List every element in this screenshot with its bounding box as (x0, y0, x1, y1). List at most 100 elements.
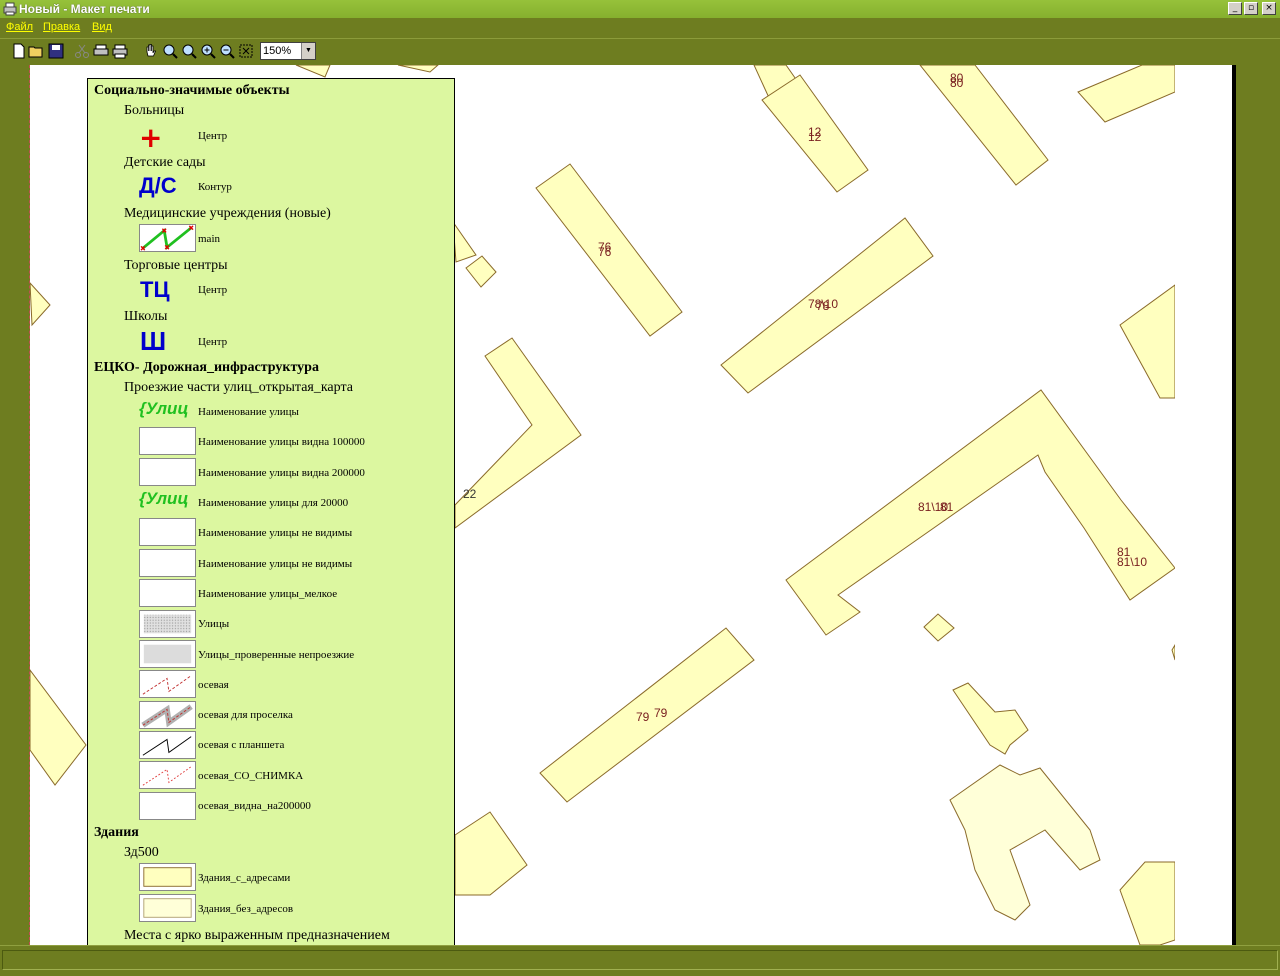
map-label: 79 (636, 710, 650, 724)
legend-item-label: Наименование улицы (198, 406, 299, 418)
building-address-swatch (139, 863, 196, 891)
building (454, 811, 528, 896)
menu-file[interactable]: Файл (6, 21, 33, 33)
minimize-button[interactable]: _ (1228, 2, 1242, 15)
legend-item-label: Наименование улицы не видимы (198, 558, 353, 570)
zoom-extent-icon[interactable] (238, 43, 254, 59)
zoom-level-select[interactable]: 150% ▼ (260, 42, 316, 60)
close-button[interactable]: × (1262, 2, 1276, 15)
status-bar (0, 945, 1280, 976)
map-label: 78 (816, 299, 830, 313)
building (295, 65, 331, 78)
shopping-center-symbol-icon: ТЦ (140, 277, 170, 302)
map-label: 79 (654, 706, 668, 720)
legend-swatch (139, 458, 196, 486)
legend-item-label: main (198, 233, 220, 245)
centerline-swatch (139, 761, 196, 789)
map-label: 81 (940, 500, 954, 514)
building (785, 389, 1175, 636)
legend-group-title: ЕЦКО- Дорожная_инфраструктура (94, 360, 319, 375)
centerline-swatch (139, 731, 196, 759)
building (1119, 284, 1175, 399)
pan-hand-icon[interactable] (143, 43, 159, 59)
zoom-icon[interactable] (162, 43, 178, 59)
legend-layer-name: Больницы (124, 103, 185, 118)
street-fill-swatch (139, 610, 196, 638)
legend-item-label: осевая_видна_на200000 (198, 800, 311, 812)
centerline-swatch (139, 670, 196, 698)
legend-group-title: Здания (94, 825, 139, 840)
legend-layer-name: Зд500 (124, 845, 159, 860)
legend-item-label: Наименование улицы не видимы (198, 527, 353, 539)
legend-item-label: Центр (198, 284, 228, 296)
legend-item-label: Наименование улицы видна 200000 (198, 467, 365, 479)
map-legend[interactable]: Социально-значимые объекты Больницы + Це… (87, 78, 455, 948)
restore-button[interactable]: ▫ (1244, 2, 1258, 15)
map-label: 76 (598, 245, 612, 259)
chevron-down-icon[interactable]: ▼ (301, 43, 315, 59)
legend-swatch (139, 549, 196, 577)
legend-item-label: Улицы_проверенные непроезжие (198, 649, 355, 661)
kindergarten-symbol-icon: Д/С (139, 173, 177, 198)
street-label-symbol-icon: {Улиц (139, 489, 189, 508)
map-label: 12 (808, 130, 822, 144)
school-symbol-icon: Ш (140, 326, 167, 356)
print-icon[interactable] (112, 43, 128, 59)
legend-item-label: Наименование улицы видна 100000 (198, 436, 365, 448)
centerline-swatch (139, 701, 196, 729)
legend-item-label: Центр (198, 130, 228, 142)
building-no-address (949, 764, 1101, 921)
building (452, 220, 477, 263)
building (465, 255, 497, 288)
map-label: 80 (950, 76, 964, 90)
legend-swatch (139, 792, 196, 820)
cut-icon[interactable] (74, 43, 90, 59)
building (30, 669, 87, 786)
legend-layer-name: Проезжие части улиц_открытая_карта (124, 380, 353, 395)
zoom-level-value: 150% (263, 45, 292, 57)
legend-layer-name: Торговые центры (124, 258, 228, 273)
status-panel (2, 950, 1278, 970)
toolbar: 150% ▼ (0, 38, 1280, 65)
building (923, 613, 955, 642)
open-folder-icon[interactable] (28, 43, 44, 59)
hospital-cross-icon: + (139, 121, 163, 154)
zoom-out-icon[interactable] (219, 43, 235, 59)
legend-item-label: осевая с планшета (198, 739, 285, 751)
building (1119, 861, 1175, 945)
building (1077, 65, 1175, 123)
legend-layer-name: Медицинские учреждения (новые) (124, 206, 331, 221)
printer-app-icon (3, 2, 17, 16)
legend-swatch (139, 518, 196, 546)
zoom-window-icon[interactable] (181, 43, 197, 59)
street-fill-swatch (139, 640, 196, 668)
legend-swatch (139, 579, 196, 607)
map-label: 22 (463, 487, 477, 501)
legend-item-label: осевая (198, 679, 229, 691)
building (30, 282, 51, 327)
menu-edit[interactable]: Правка (43, 21, 80, 33)
menu-bar: Файл Правка Вид (0, 18, 1280, 38)
legend-item-label: осевая для проселка (198, 709, 293, 721)
legend-item-label: Наименование улицы_мелкое (198, 588, 338, 600)
legend-item-label: Здания_с_адресами (198, 872, 291, 884)
menu-view[interactable]: Вид (92, 21, 112, 33)
legend-item-label: Здания_без_адресов (198, 903, 294, 915)
legend-layer-name: Школы (124, 309, 168, 324)
legend-item-label: Центр (198, 336, 228, 348)
zoom-in-icon[interactable] (200, 43, 216, 59)
save-icon[interactable] (48, 43, 64, 59)
legend-item-label: Наименование улицы для 20000 (198, 497, 349, 509)
page-margin-guide (29, 65, 31, 945)
legend-item-label: Контур (198, 181, 232, 193)
building (397, 65, 439, 73)
building (919, 65, 1049, 186)
medical-line-symbol-icon (139, 224, 196, 252)
building-no-address (920, 683, 960, 715)
building-no-address-swatch (139, 894, 196, 922)
street-label-symbol-icon: {Улиц (139, 399, 189, 418)
new-document-icon[interactable] (11, 43, 27, 59)
legend-layer-name: Места с ярко выраженным предназначением (124, 928, 390, 943)
legend-group-title: Социально-значимые объекты (94, 83, 290, 98)
print-preview-icon[interactable] (93, 43, 109, 59)
